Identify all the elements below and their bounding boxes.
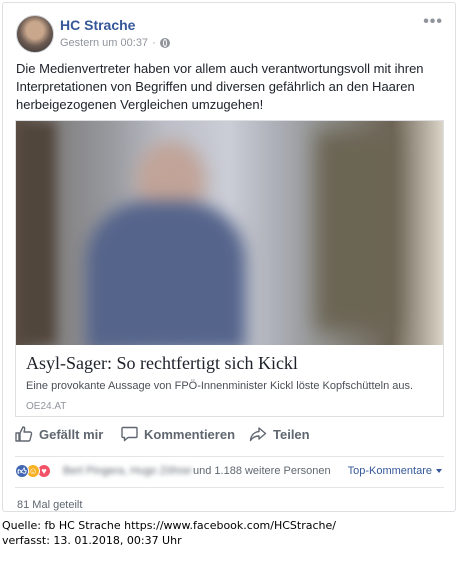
author-name[interactable]: HC Strache — [60, 17, 135, 33]
link-description: Eine provokante Aussage von FPÖ-Innenmin… — [26, 380, 414, 392]
action-bar: Gefällt mir Kommentieren Teilen — [15, 426, 444, 450]
globe-icon[interactable] — [159, 38, 170, 48]
timestamp[interactable]: Gestern um 00:37 — [60, 37, 148, 49]
reaction-names[interactable]: Bert Pingera, Hugo Zöhrer — [63, 465, 192, 477]
post-text: Die Medienvertreter haben vor allem auch… — [16, 61, 424, 112]
caret-down-icon — [436, 469, 442, 473]
like-label: Gefällt mir — [39, 426, 104, 442]
avatar[interactable] — [16, 15, 54, 53]
source-caption: Quelle: fb HC Strache https://www.facebo… — [2, 518, 336, 548]
like-thumb-icon — [15, 426, 33, 442]
share-button[interactable]: Teilen — [249, 426, 310, 442]
more-icon[interactable]: ••• — [423, 13, 443, 31]
comment-icon — [121, 426, 138, 442]
like-reaction-icon[interactable]: 👍︎ — [15, 464, 29, 478]
reactions-bar: 👍︎ ☺ ♥ Bert Pingera, Hugo Zöhrer und 1.1… — [15, 463, 444, 483]
post-meta: Gestern um 00:37 · — [60, 37, 170, 49]
meta-separator: · — [152, 37, 156, 49]
reaction-count[interactable]: und 1.188 weitere Personen — [193, 465, 331, 477]
link-domain: OE24.AT — [26, 401, 67, 412]
date-line: verfasst: 13. 01.2018, 00:37 Uhr — [2, 534, 182, 547]
like-button[interactable]: Gefällt mir — [15, 426, 103, 442]
link-title[interactable]: Asyl-Sager: So rechtfertigt sich Kickl — [26, 353, 298, 374]
comment-sort-dropdown[interactable]: Top-Kommentare — [348, 465, 442, 477]
share-icon — [249, 427, 267, 442]
divider — [15, 456, 444, 457]
comment-button[interactable]: Kommentieren — [121, 426, 235, 442]
facebook-post: HC Strache Gestern um 00:37 · ••• Die Me… — [2, 2, 456, 512]
comment-label: Kommentieren — [144, 426, 236, 442]
link-preview-image[interactable] — [16, 121, 443, 345]
share-label: Teilen — [273, 426, 310, 442]
share-count[interactable]: 81 Mal geteilt — [17, 499, 82, 511]
comment-sort-label: Top-Kommentare — [347, 465, 432, 477]
divider — [15, 487, 444, 488]
link-preview[interactable]: Asyl-Sager: So rechtfertigt sich Kickl E… — [15, 120, 444, 417]
source-line: Quelle: fb HC Strache https://www.facebo… — [2, 519, 336, 532]
